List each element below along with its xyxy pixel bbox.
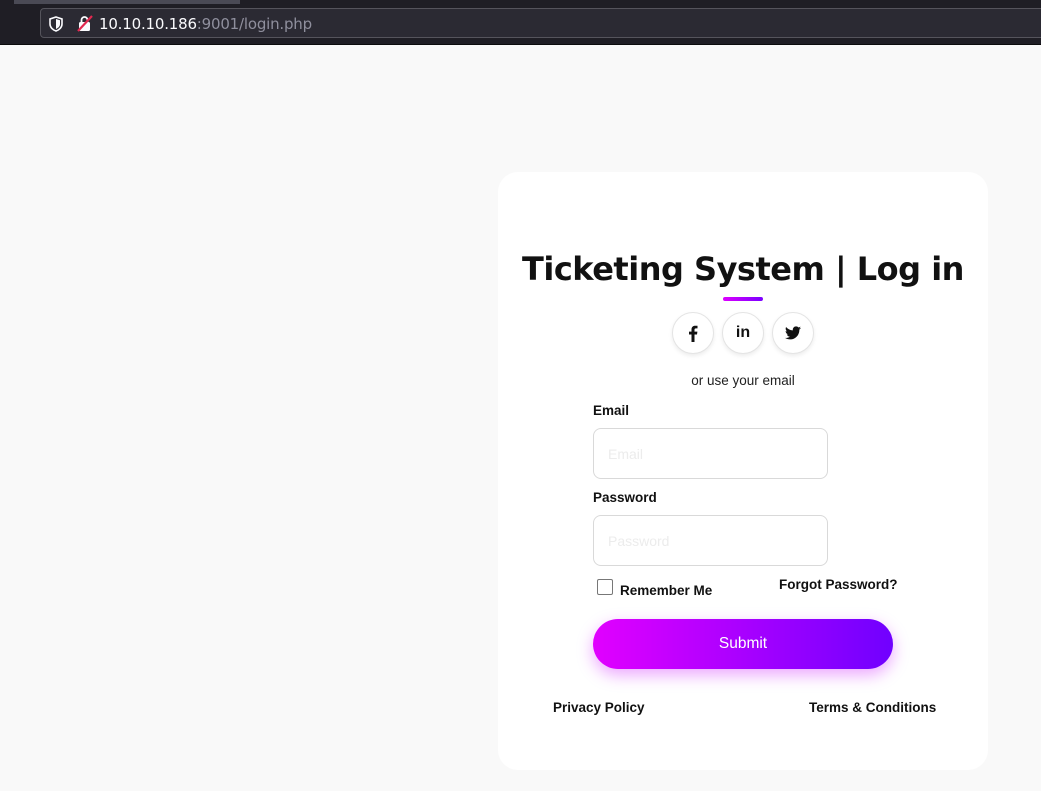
- password-label: Password: [593, 490, 657, 505]
- insecure-lock-icon[interactable]: [77, 15, 93, 32]
- title-underline: [723, 297, 763, 301]
- tab-strip: [0, 0, 1041, 4]
- facebook-button[interactable]: [672, 312, 714, 354]
- active-tab[interactable]: [14, 0, 240, 4]
- linkedin-icon: in: [735, 324, 751, 341]
- password-field[interactable]: [593, 515, 828, 566]
- page-title: Ticketing System | Log in: [522, 250, 964, 288]
- email-label: Email: [593, 403, 630, 418]
- shield-icon[interactable]: [49, 16, 63, 32]
- or-use-email-text: or use your email: [691, 373, 795, 388]
- url-path: :9001/login.php: [196, 15, 312, 33]
- remember-me-checkbox[interactable]: [597, 579, 613, 595]
- browser-toolbar: 10.10.10.186:9001/login.php: [0, 0, 1041, 45]
- privacy-policy-link[interactable]: Privacy Policy: [553, 700, 645, 715]
- linkedin-button[interactable]: in: [722, 312, 764, 354]
- remember-me-label[interactable]: Remember Me: [620, 583, 712, 598]
- toolbar-divider: [0, 44, 1041, 45]
- email-field[interactable]: [593, 428, 828, 479]
- login-card: Ticketing System | Log in in or use your…: [498, 172, 988, 770]
- terms-conditions-link[interactable]: Terms & Conditions: [809, 700, 936, 715]
- forgot-password-link[interactable]: Forgot Password?: [779, 577, 898, 592]
- url-host: 10.10.10.186: [99, 15, 197, 33]
- address-bar[interactable]: 10.10.10.186:9001/login.php: [40, 8, 1041, 38]
- twitter-icon: [785, 326, 801, 340]
- url-text[interactable]: 10.10.10.186:9001/login.php: [99, 15, 312, 33]
- facebook-icon: [688, 325, 698, 342]
- submit-button[interactable]: Submit: [593, 619, 893, 669]
- remember-me-checkbox-wrapper: [597, 579, 613, 595]
- twitter-button[interactable]: [772, 312, 814, 354]
